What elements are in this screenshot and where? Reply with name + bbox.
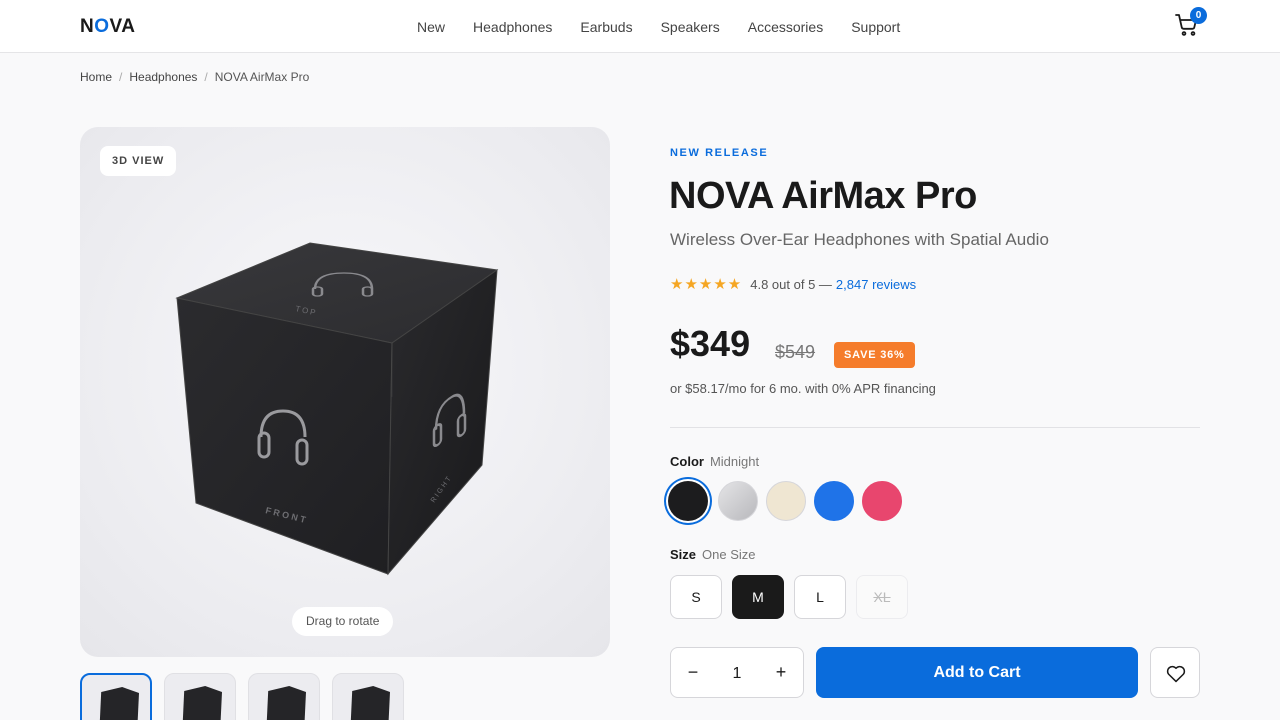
thumbnail-image xyxy=(266,686,306,720)
size-label: Size One Size xyxy=(670,547,756,562)
breadcrumb-separator: / xyxy=(204,70,208,84)
nav-item-support[interactable]: Support xyxy=(837,19,914,35)
star-rating-icons: ★★★★★ xyxy=(670,276,743,293)
color-swatches xyxy=(666,479,902,523)
thumbnail-image xyxy=(99,687,139,720)
heart-icon xyxy=(1166,665,1186,683)
current-price: $349 xyxy=(670,323,751,364)
size-option-xl: XL xyxy=(856,575,908,619)
reviews-link[interactable]: 2,847 reviews xyxy=(836,277,916,292)
product-subtitle: Wireless Over-Ear Headphones with Spatia… xyxy=(670,230,1049,249)
product-3d-viewer[interactable]: TOP FRONT RIGHT 3D VIEW Drag to rotate xyxy=(80,127,610,657)
financing-text: or $58.17/mo for 6 mo. with 0% APR finan… xyxy=(670,381,936,396)
quantity-decrease-button[interactable]: − xyxy=(671,648,715,697)
product-rating: ★★★★★ 4.8 out of 5 — 2,847 reviews xyxy=(670,275,916,293)
nav-item-accessories[interactable]: Accessories xyxy=(734,19,837,35)
main-nav: New Headphones Earbuds Speakers Accessor… xyxy=(403,19,914,35)
color-swatch-midnight[interactable] xyxy=(668,481,708,521)
color-label: Color Midnight xyxy=(670,454,760,469)
add-to-cart-button[interactable]: Add to Cart xyxy=(816,647,1138,698)
nav-item-speakers[interactable]: Speakers xyxy=(647,19,734,35)
quantity-value[interactable]: 1 xyxy=(715,648,759,697)
breadcrumb-home[interactable]: Home xyxy=(80,70,112,84)
color-swatch-pink[interactable] xyxy=(862,481,902,521)
nav-item-earbuds[interactable]: Earbuds xyxy=(566,19,646,35)
thumbnail-2[interactable] xyxy=(164,673,236,720)
size-option-m[interactable]: M xyxy=(732,575,784,619)
color-swatch-silver[interactable] xyxy=(718,481,758,521)
product-title: NOVA AirMax Pro xyxy=(669,175,977,217)
divider xyxy=(670,427,1200,428)
drag-to-rotate-hint: Drag to rotate xyxy=(292,607,394,636)
breadcrumb: Home / Headphones / NOVA AirMax Pro xyxy=(80,70,309,84)
nav-item-headphones[interactable]: Headphones xyxy=(459,19,566,35)
breadcrumb-current: NOVA AirMax Pro xyxy=(214,70,310,84)
rating-text: 4.8 out of 5 — xyxy=(750,276,832,292)
thumbnail-4[interactable] xyxy=(332,673,404,720)
original-price: $549 xyxy=(775,342,816,362)
wishlist-button[interactable] xyxy=(1150,647,1200,698)
size-options: S M L XL xyxy=(670,575,908,619)
quantity-stepper: − 1 + xyxy=(670,647,804,698)
thumbnail-image xyxy=(182,686,222,720)
brand-logo[interactable]: NOVA xyxy=(80,16,136,38)
3d-view-badge: 3D VIEW xyxy=(100,146,177,176)
breadcrumb-separator: / xyxy=(119,70,123,84)
size-option-s[interactable]: S xyxy=(670,575,722,619)
cart-count-badge: 0 xyxy=(1190,7,1207,24)
size-option-l[interactable]: L xyxy=(794,575,846,619)
new-release-label: NEW RELEASE xyxy=(670,147,769,159)
selected-size-name: One Size xyxy=(702,547,756,562)
site-header: NOVA New Headphones Earbuds Speakers Acc… xyxy=(0,0,1280,53)
thumbnail-3[interactable] xyxy=(248,673,320,720)
nav-item-new[interactable]: New xyxy=(403,19,459,35)
selected-color-name: Midnight xyxy=(709,454,760,469)
color-swatch-blue[interactable] xyxy=(814,481,854,521)
quantity-increase-button[interactable]: + xyxy=(759,648,803,697)
thumbnail-image xyxy=(350,686,390,720)
breadcrumb-headphones[interactable]: Headphones xyxy=(129,70,197,84)
color-swatch-ivory[interactable] xyxy=(766,481,806,521)
thumbnail-1[interactable] xyxy=(80,673,152,720)
thumbnail-strip xyxy=(80,673,404,720)
discount-badge: SAVE 36% xyxy=(834,342,915,368)
product-box-3d[interactable]: TOP FRONT RIGHT xyxy=(80,127,610,657)
